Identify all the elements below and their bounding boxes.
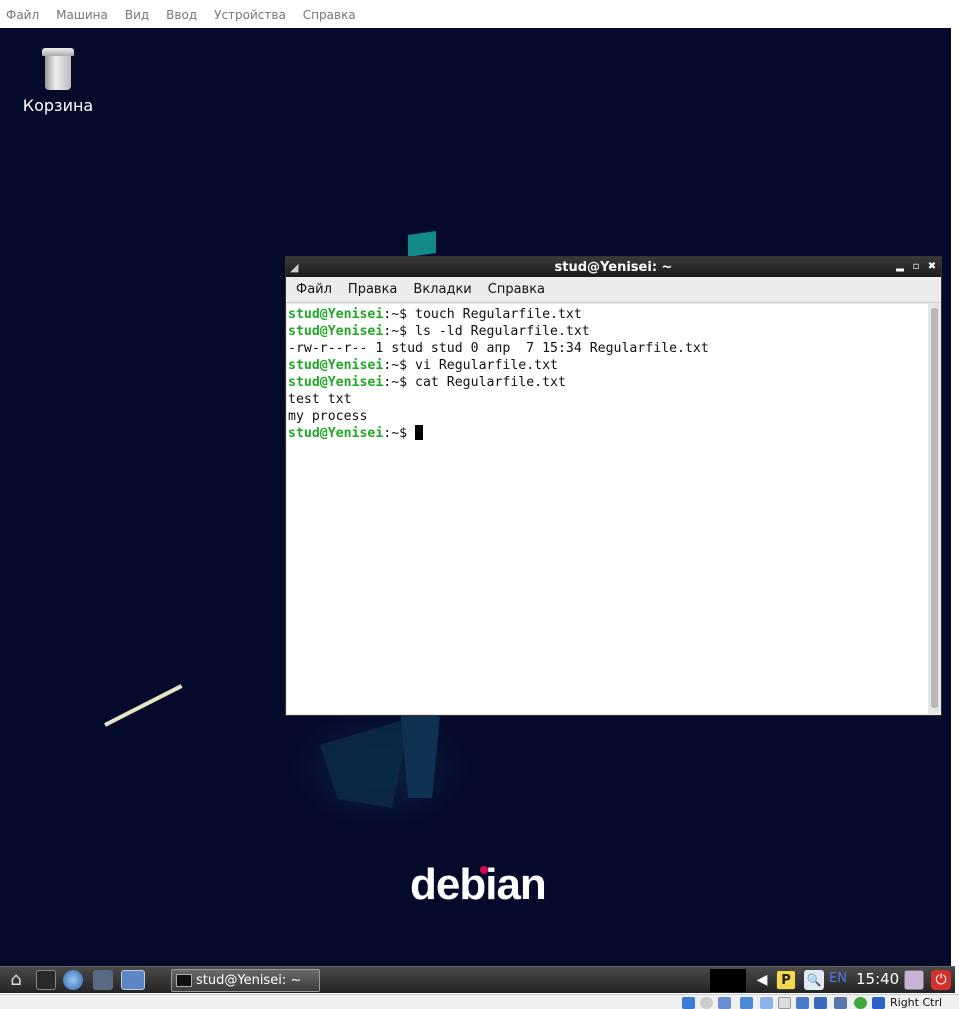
terminal-scrollbar[interactable]	[928, 304, 940, 714]
vbox-frame-edge	[951, 30, 959, 970]
prompt-path: :~$	[383, 324, 416, 339]
terminal-menu-file[interactable]: Файл	[290, 282, 338, 297]
command-text: cat Regularfile.txt	[415, 375, 566, 390]
optical-drive-icon[interactable]	[700, 997, 713, 1009]
taskbar-task-label: stud@Yenisei: ~	[196, 973, 302, 988]
debian-logo: debian	[410, 860, 547, 909]
browser-icon[interactable]	[63, 970, 83, 990]
p-applet-icon[interactable]: P	[776, 970, 796, 990]
search-icon[interactable]: 🔍	[804, 970, 824, 990]
mouse-integration-icon[interactable]	[854, 997, 867, 1009]
virtualization-icon[interactable]	[834, 997, 847, 1009]
prompt-path: :~$	[383, 426, 416, 441]
terminal-titlebar[interactable]: ◢ stud@Yenisei: ~ ▂ ▫ ✖	[286, 257, 941, 277]
host-menu-help[interactable]: Справка	[303, 8, 356, 22]
host-menu-file[interactable]: Файл	[6, 8, 39, 22]
host-menu-input[interactable]: Ввод	[166, 8, 197, 22]
terminal-prompt-line: stud@Yenisei:~$ touch Regularfile.txt	[288, 306, 927, 323]
desktop-pager-icon[interactable]	[121, 970, 145, 990]
terminal-prompt-line: stud@Yenisei:~$ vi Regularfile.txt	[288, 357, 927, 374]
video-capture-icon[interactable]	[814, 997, 827, 1009]
hard-disk-icon[interactable]	[682, 997, 695, 1009]
wallpaper-line	[104, 684, 183, 727]
start-menu-icon[interactable]: ⌂	[3, 969, 29, 991]
terminal-prompt-line: stud@Yenisei:~$ cat Regularfile.txt	[288, 374, 927, 391]
monitor-icon[interactable]	[904, 970, 924, 990]
shared-folders-icon[interactable]	[778, 997, 791, 1009]
terminal-output-line: -rw-r--r-- 1 stud stud 0 апр 7 15:34 Reg…	[288, 341, 709, 356]
prompt-path: :~$	[383, 307, 416, 322]
prompt-user: stud@Yenisei	[288, 324, 384, 339]
host-menu-machine[interactable]: Машина	[56, 8, 108, 22]
audio-icon[interactable]	[718, 997, 731, 1009]
taskbar-terminal-button[interactable]: stud@Yenisei: ~	[171, 969, 320, 992]
terminal-title: stud@Yenisei: ~	[554, 259, 673, 275]
terminal-menubar: Файл Правка Вкладки Справка	[286, 277, 941, 303]
display-icon[interactable]	[796, 997, 809, 1009]
taskbar: ⌂ stud@Yenisei: ~ ◀ P 🔍 EN 15:40 ⏻	[0, 966, 955, 993]
terminal-menu-help[interactable]: Справка	[482, 282, 551, 297]
trash-desktop-icon[interactable]: Корзина	[18, 48, 98, 115]
prompt-user: stud@Yenisei	[288, 358, 384, 373]
power-icon[interactable]: ⏻	[931, 970, 951, 990]
scrollbar-thumb[interactable]	[931, 308, 938, 708]
maximize-button[interactable]: ▫	[910, 260, 922, 273]
wallpaper-cube	[408, 231, 436, 257]
terminal-output-line: test txt	[288, 392, 352, 407]
command-text: vi Regularfile.txt	[415, 358, 558, 373]
terminal-prompt-line: stud@Yenisei:~$ ls -ld Regularfile.txt	[288, 323, 927, 340]
terminal-menu-tabs[interactable]: Вкладки	[407, 282, 477, 297]
clock[interactable]: 15:40	[856, 970, 899, 988]
vbox-statusbar: Right Ctrl	[0, 994, 959, 1009]
tray-blank-applet	[710, 969, 746, 992]
trash-label: Корзина	[22, 96, 94, 115]
terminal-output[interactable]: stud@Yenisei:~$ touch Regularfile.txt stu…	[287, 304, 928, 714]
prompt-user: stud@Yenisei	[288, 307, 384, 322]
terminal-window[interactable]: ◢ stud@Yenisei: ~ ▂ ▫ ✖ Файл Правка Вкла…	[285, 256, 942, 716]
terminal-menu-edit[interactable]: Правка	[342, 282, 403, 297]
prompt-user: stud@Yenisei	[288, 375, 384, 390]
vbox-menubar: Файл Машина Вид Ввод Устройства Справка	[0, 0, 959, 30]
terminal-output-line: my process	[288, 409, 368, 424]
show-desktop-icon[interactable]	[36, 970, 56, 990]
window-switcher-icon[interactable]	[93, 970, 113, 990]
usb-icon[interactable]	[760, 997, 773, 1009]
terminal-cursor	[415, 425, 424, 440]
terminal-prompt-line: stud@Yenisei:~$	[288, 425, 927, 442]
debian-logo-dot	[480, 866, 488, 874]
host-menu-devices[interactable]: Устройства	[214, 8, 286, 22]
prompt-path: :~$	[383, 375, 416, 390]
command-text: ls -ld Regularfile.txt	[415, 324, 590, 339]
command-text: touch Regularfile.txt	[415, 307, 582, 322]
arrow-left-icon[interactable]: ◀	[752, 970, 772, 990]
keyboard-layout[interactable]: EN	[829, 971, 847, 986]
minimize-button[interactable]: ▂	[894, 260, 906, 273]
prompt-user: stud@Yenisei	[288, 426, 384, 441]
host-menu-view[interactable]: Вид	[125, 8, 149, 22]
host-key-label: Right Ctrl	[890, 996, 943, 1009]
trash-icon	[42, 48, 74, 90]
terminal-icon	[176, 974, 192, 987]
close-button[interactable]: ✖	[926, 260, 938, 273]
network-icon[interactable]	[740, 997, 753, 1009]
keyboard-capture-icon[interactable]	[872, 997, 885, 1009]
prompt-path: :~$	[383, 358, 416, 373]
